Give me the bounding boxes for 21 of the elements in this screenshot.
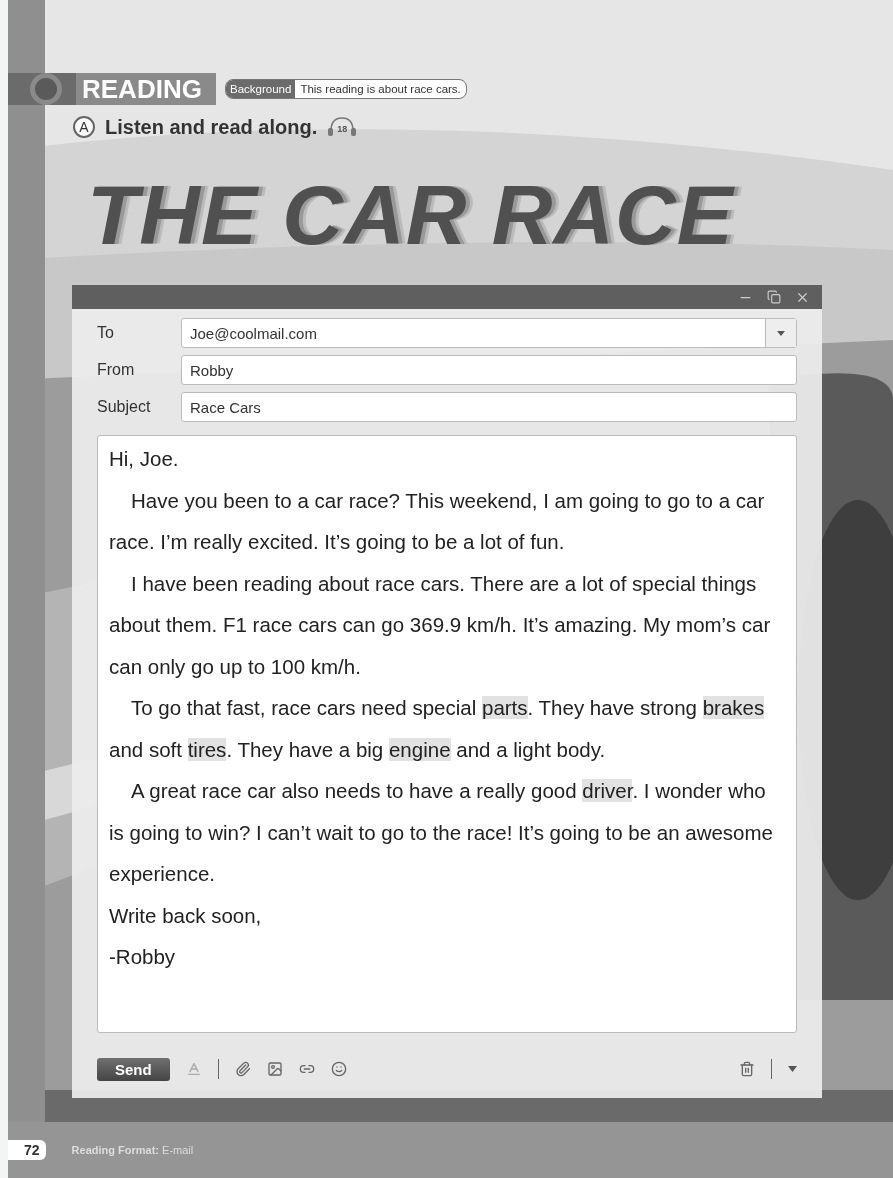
input-field[interactable]: Robby xyxy=(181,355,797,385)
field-label: From xyxy=(97,361,136,379)
field-label: To xyxy=(97,324,115,342)
trash-icon[interactable] xyxy=(739,1061,755,1077)
banner-dot-icon xyxy=(30,73,62,105)
message-body-field[interactable]: Hi, Joe. Have you been to a car race? This weekend, I am going to go to a car race. I’m really excited. It’s going to be a lot of fun. I have been reading about race cars. There are a lot of special things about them. F1 race cars can go 369.9 km/h. It’s amazing. My mom’s car can only go up to 100 km/h. To go that fast, race cars need special parts. They have strong brakes and soft tires. They have a big engine and a light body. A great race car also needs to have a really good driver. I wonder who is going to win? I can’t wait to go to the race! It’s going to be an awesome experience. Write back soon, -Robby xyxy=(97,435,797,1033)
emoji-icon[interactable] xyxy=(330,1061,347,1077)
background-note: Background This reading is about race cars. xyxy=(225,79,467,99)
recipient-dropdown[interactable]: Joe@coolmail.com xyxy=(181,318,797,348)
page-number: 72 xyxy=(8,1140,46,1160)
attach-icon[interactable] xyxy=(234,1061,251,1077)
image-icon[interactable] xyxy=(266,1061,283,1077)
instruction-text: Listen and read along. xyxy=(105,115,318,139)
send-button[interactable]: Send xyxy=(97,1057,170,1081)
restore-icon[interactable] xyxy=(767,290,781,304)
page-title: THE CAR RACE xyxy=(87,167,734,263)
caret-icon[interactable] xyxy=(788,1066,797,1072)
section-title: READING xyxy=(76,73,216,105)
field-label: Subject xyxy=(97,398,152,416)
reading-format-text: Reading Format: E-mail xyxy=(71,1144,194,1156)
input-field[interactable]: Race Cars xyxy=(181,392,797,422)
